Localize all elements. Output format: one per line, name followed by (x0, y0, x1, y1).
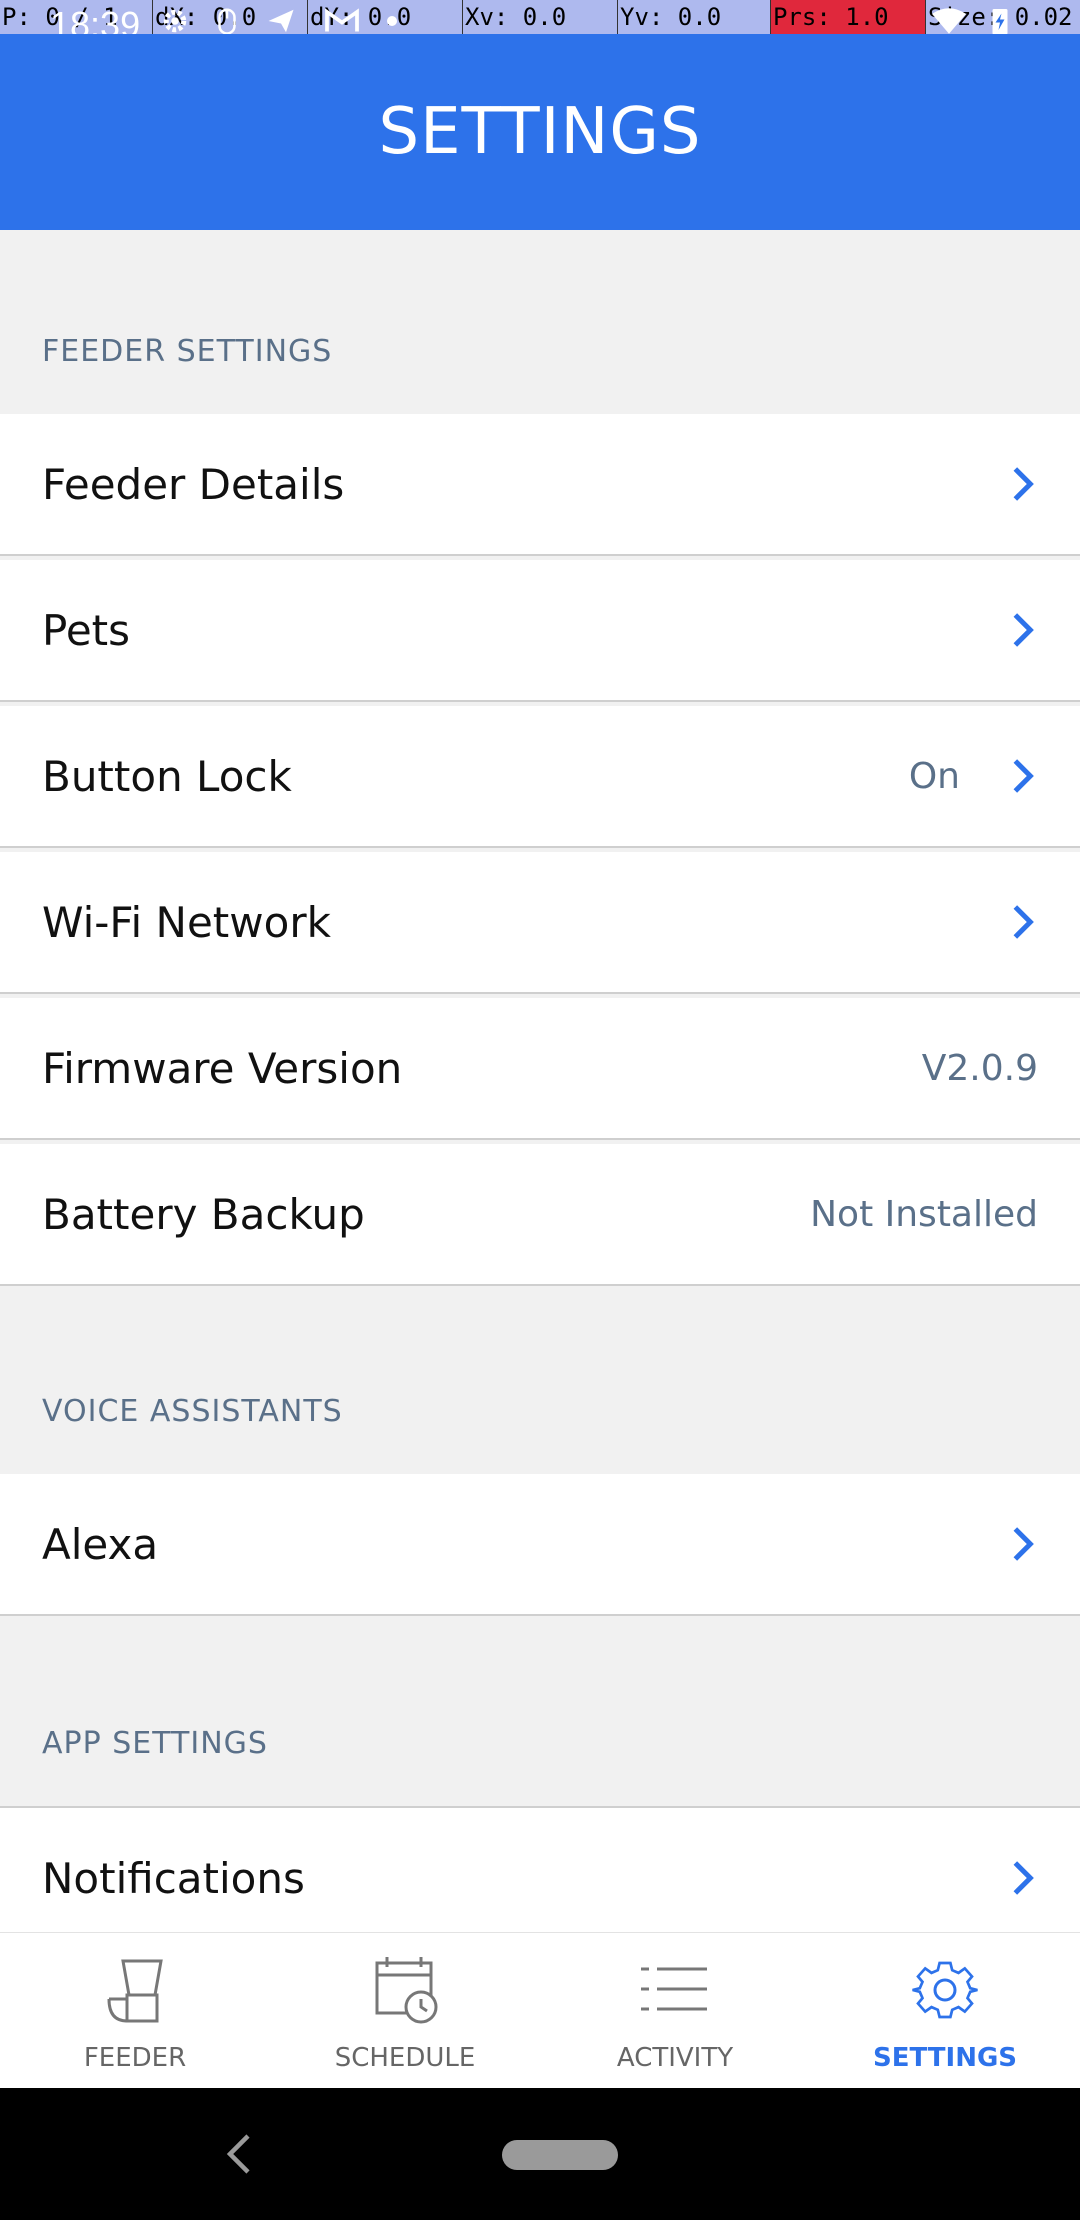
chevron-right-icon (1013, 1861, 1034, 1895)
bottom-navigation: FEEDER SCHEDULE ACTIVITY SETTINGS (0, 1932, 1080, 2088)
page-title: SETTINGS (378, 95, 702, 169)
chevron-right-icon (1013, 759, 1034, 793)
row-label: Button Lock (42, 752, 292, 801)
dot-notification-icon (387, 16, 397, 26)
send-notification-icon (268, 9, 294, 33)
system-status-icons (932, 6, 1010, 36)
settings-row-alexa[interactable]: Alexa (0, 1474, 1080, 1616)
row-label: Battery Backup (42, 1190, 365, 1239)
chevron-right-icon (1013, 1527, 1034, 1561)
gear-icon (912, 1961, 978, 2019)
nav-item-activity[interactable]: ACTIVITY (540, 1933, 810, 2089)
system-navigation-bar (0, 2088, 1080, 2220)
battery-charging-icon (992, 9, 1008, 35)
settings-row-wifi-network[interactable]: Wi-Fi Network (0, 852, 1080, 994)
settings-row-feeder-details[interactable]: Feeder Details (0, 414, 1080, 556)
wifi-icon (932, 8, 966, 34)
settings-row-button-lock[interactable]: Button Lock On (0, 706, 1080, 848)
nav-label: ACTIVITY (616, 2043, 734, 2073)
nav-item-settings[interactable]: SETTINGS (810, 1933, 1080, 2089)
nav-item-feeder[interactable]: FEEDER (0, 1933, 270, 2089)
row-label: Wi-Fi Network (42, 898, 331, 947)
nav-label: SCHEDULE (334, 2043, 476, 2073)
row-value: On (908, 756, 960, 797)
row-label: Feeder Details (42, 460, 345, 509)
notification-icons (160, 6, 398, 36)
debug-yv: Yv: 0.0 (617, 0, 770, 34)
nav-label: FEEDER (83, 2043, 187, 2073)
section-label-voice-assistants: VOICE ASSISTANTS (42, 1394, 343, 1429)
settings-notification-icon (163, 9, 187, 33)
chevron-right-icon (1013, 613, 1034, 647)
settings-row-pets[interactable]: Pets (0, 560, 1080, 702)
settings-row-notifications[interactable]: Notifications (0, 1806, 1080, 1948)
chevron-right-icon (1013, 467, 1034, 501)
row-label: Notifications (42, 1854, 305, 1903)
home-pill-button[interactable] (502, 2140, 618, 2170)
activity-list-icon (641, 1967, 707, 2011)
settings-row-firmware-version: Firmware Version V2.0.9 (0, 998, 1080, 1140)
settings-row-battery-backup: Battery Backup Not Installed (0, 1144, 1080, 1286)
status-bar: P: 0 / 1 dX: 0.0 dY: 0.0 Xv: 0.0 Yv: 0.0… (0, 0, 1080, 45)
row-label: Firmware Version (42, 1044, 403, 1093)
chevron-right-icon (1013, 905, 1034, 939)
mouse-notification-icon (218, 8, 236, 35)
gmail-notification-icon (325, 8, 359, 32)
schedule-icon (375, 1957, 438, 2024)
section-label-app-settings: APP SETTINGS (42, 1726, 268, 1761)
section-label-feeder-settings: FEEDER SETTINGS (42, 334, 333, 369)
feeder-icon (107, 1959, 163, 2023)
row-value: V2.0.9 (921, 1048, 1038, 1089)
back-icon[interactable] (224, 2130, 254, 2178)
row-value: Not Installed (810, 1194, 1038, 1235)
nav-label: SETTINGS (872, 2043, 1018, 2073)
row-label: Pets (42, 606, 131, 655)
debug-pressure: Prs: 1.0 (770, 0, 925, 34)
app-header: SETTINGS (0, 34, 1080, 230)
debug-xv: Xv: 0.0 (462, 0, 617, 34)
row-label: Alexa (42, 1520, 159, 1569)
nav-item-schedule[interactable]: SCHEDULE (270, 1933, 540, 2089)
